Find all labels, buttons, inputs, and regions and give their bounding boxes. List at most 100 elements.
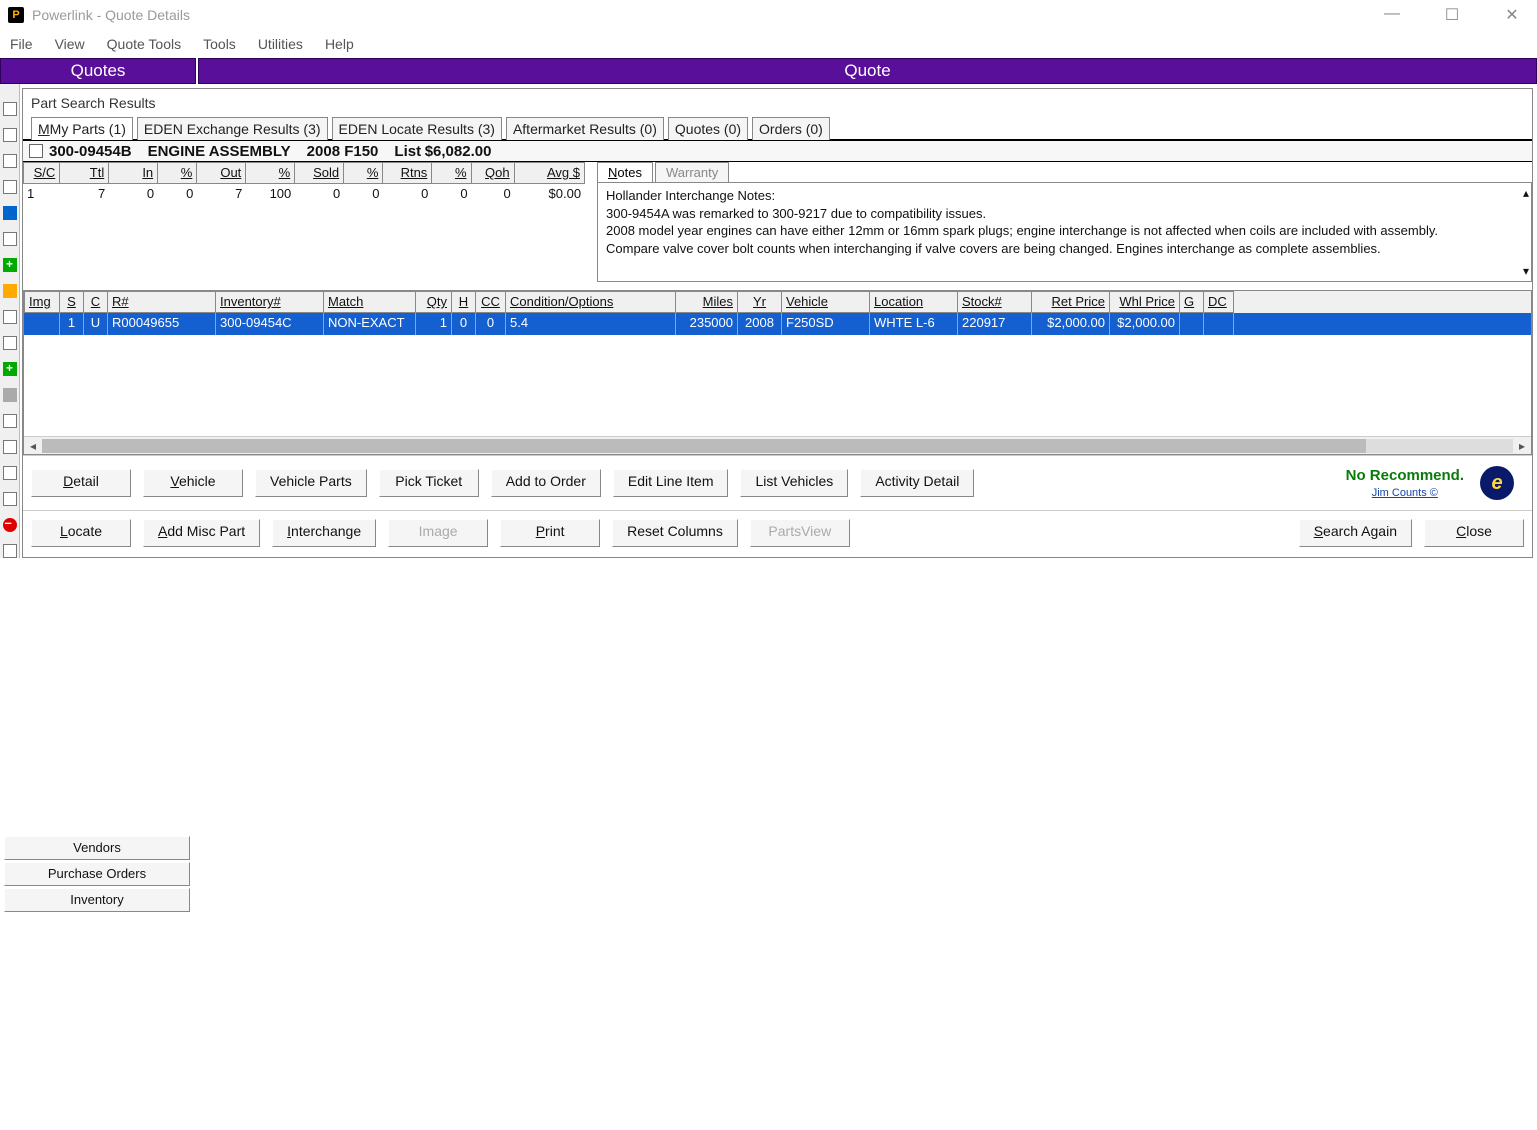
toolbar-icon-3[interactable] xyxy=(3,154,17,168)
scroll-right-icon[interactable]: ▸ xyxy=(1513,439,1531,453)
close-icon[interactable]: ✕ xyxy=(1495,5,1529,25)
result-tabs: MMy Parts (1) EDEN Exchange Results (3) … xyxy=(23,113,1532,140)
toolbar-icon-11[interactable] xyxy=(3,414,17,428)
toolbar-icon-2[interactable] xyxy=(3,128,17,142)
tab-orders[interactable]: Orders (0) xyxy=(752,117,830,140)
part-header: 300-09454B ENGINE ASSEMBLY 2008 F150 Lis… xyxy=(23,140,1532,162)
toolbar-icon-1[interactable] xyxy=(3,102,17,116)
tab-my-parts[interactable]: MMy Parts (1) xyxy=(31,117,133,140)
table-row[interactable]: 1 U R00049655 300-09454C NON-EXACT 1 0 0… xyxy=(24,313,1531,335)
tab-warranty[interactable]: Warranty xyxy=(655,162,729,182)
menu-view[interactable]: View xyxy=(55,36,85,52)
hdr-pin[interactable]: % xyxy=(158,162,197,184)
hdr-sold[interactable]: Sold xyxy=(295,162,344,184)
toolbar-icon-5[interactable] xyxy=(3,206,17,220)
part-search-window: Part Search Results MMy Parts (1) EDEN E… xyxy=(22,88,1533,558)
jim-counts-link[interactable]: Jim Counts © xyxy=(1372,487,1438,499)
minimize-icon[interactable]: — xyxy=(1375,5,1409,25)
sidebar-inventory[interactable]: Inventory xyxy=(4,888,190,912)
locate-button[interactable]: Locate xyxy=(31,519,131,547)
sidebar-purchase-orders[interactable]: Purchase Orders xyxy=(4,862,190,886)
detail-button[interactable]: Detail xyxy=(31,469,131,497)
plus-icon[interactable]: + xyxy=(3,258,17,272)
toolbar-icon-6[interactable] xyxy=(3,232,17,246)
pick-ticket-button[interactable]: Pick Ticket xyxy=(379,469,479,497)
add-misc-button[interactable]: Add Misc Part xyxy=(143,519,260,547)
stats-row: 1 7 0 0 7 100 0 0 0 0 0 $0.00 xyxy=(23,184,585,206)
scroll-left-icon[interactable]: ◂ xyxy=(24,439,42,453)
menu-tools[interactable]: Tools xyxy=(203,36,236,52)
horizontal-scrollbar[interactable]: ◂ ▸ xyxy=(24,436,1531,454)
reset-columns-button[interactable]: Reset Columns xyxy=(612,519,738,547)
menubar: File View Quote Tools Tools Utilities He… xyxy=(0,30,1537,58)
search-again-button[interactable]: Search Again xyxy=(1299,519,1412,547)
hdr-pout[interactable]: % xyxy=(246,162,295,184)
hdr-in[interactable]: In xyxy=(109,162,158,184)
plus-icon-2[interactable]: + xyxy=(3,362,17,376)
results-header: Img S C R# Inventory# Match Qty H CC Con… xyxy=(24,291,1531,313)
image-button: Image xyxy=(388,519,488,547)
sidebar-bottom: Vendors Purchase Orders Inventory xyxy=(4,836,192,914)
hdr-psold[interactable]: % xyxy=(344,162,383,184)
tab-aftermarket[interactable]: Aftermarket Results (0) xyxy=(506,117,664,140)
part-list-price: $6,082.00 xyxy=(425,143,492,160)
hdr-sc[interactable]: S/C xyxy=(23,162,60,184)
hdr-ttl[interactable]: Ttl xyxy=(60,162,109,184)
minus-icon[interactable] xyxy=(3,518,17,532)
window-title: Powerlink - Quote Details xyxy=(32,7,190,23)
list-vehicles-button[interactable]: List Vehicles xyxy=(740,469,848,497)
hdr-qoh[interactable]: Qoh xyxy=(472,162,515,184)
expand-icon[interactable] xyxy=(29,144,43,158)
tab-quotes[interactable]: Quotes xyxy=(0,58,196,84)
titlebar: P Powerlink - Quote Details — ☐ ✕ xyxy=(0,0,1537,30)
edit-line-button[interactable]: Edit Line Item xyxy=(613,469,729,497)
scroll-down-icon[interactable]: ▾ xyxy=(1523,263,1529,279)
add-to-order-button[interactable]: Add to Order xyxy=(491,469,601,497)
subwindow-title: Part Search Results xyxy=(23,89,1532,113)
tab-eden-exchange[interactable]: EDEN Exchange Results (3) xyxy=(137,117,328,140)
no-recommend-label: No Recommend. xyxy=(1346,467,1464,484)
vehicle-button[interactable]: Vehicle xyxy=(143,469,243,497)
partsview-button: PartsView xyxy=(750,519,850,547)
maximize-icon[interactable]: ☐ xyxy=(1435,5,1469,25)
menu-file[interactable]: File xyxy=(10,36,33,52)
hdr-out[interactable]: Out xyxy=(197,162,246,184)
notes-pane: Notes Warranty ▴ ▾ Hollander Interchange… xyxy=(585,162,1532,282)
menu-quote-tools[interactable]: Quote Tools xyxy=(107,36,181,52)
notes-text[interactable]: ▴ ▾ Hollander Interchange Notes: 300-945… xyxy=(597,182,1532,282)
part-desc: ENGINE ASSEMBLY xyxy=(148,143,291,160)
part-number: 300-09454B xyxy=(49,143,132,160)
toolbar-icon-15[interactable] xyxy=(3,544,17,558)
button-row-2: Locate Add Misc Part Interchange Image P… xyxy=(23,510,1532,557)
toolbar-icon-4[interactable] xyxy=(3,180,17,194)
hdr-prtns[interactable]: % xyxy=(432,162,471,184)
sidebar-vendors[interactable]: Vendors xyxy=(4,836,190,860)
part-year-model: 2008 F150 xyxy=(307,143,379,160)
interchange-button[interactable]: Interchange xyxy=(272,519,376,547)
app-icon: P xyxy=(8,7,24,23)
part-list-label: List xyxy=(394,143,421,160)
scroll-up-icon[interactable]: ▴ xyxy=(1523,185,1529,201)
toolbar-icon-14[interactable] xyxy=(3,492,17,506)
stats-table: S/C Ttl In % Out % Sold % Rtns % Qoh Avg… xyxy=(23,162,585,282)
toolbar-icon-10[interactable] xyxy=(3,388,17,402)
tab-quotes[interactable]: Quotes (0) xyxy=(668,117,748,140)
hdr-avg[interactable]: Avg $ xyxy=(515,162,585,184)
e-logo-icon[interactable]: e xyxy=(1480,466,1514,500)
tab-notes[interactable]: Notes xyxy=(597,162,653,182)
icon-toolbar: + + xyxy=(0,84,20,558)
tab-eden-locate[interactable]: EDEN Locate Results (3) xyxy=(332,117,502,140)
menu-utilities[interactable]: Utilities xyxy=(258,36,303,52)
menu-help[interactable]: Help xyxy=(325,36,354,52)
toolbar-icon-9[interactable] xyxy=(3,336,17,350)
toolbar-icon-12[interactable] xyxy=(3,440,17,454)
toolbar-icon-13[interactable] xyxy=(3,466,17,480)
vehicle-parts-button[interactable]: Vehicle Parts xyxy=(255,469,367,497)
activity-detail-button[interactable]: Activity Detail xyxy=(860,469,974,497)
close-button[interactable]: Close xyxy=(1424,519,1524,547)
tab-quote[interactable]: Quote xyxy=(198,58,1537,84)
toolbar-icon-7[interactable] xyxy=(3,284,17,298)
toolbar-icon-8[interactable] xyxy=(3,310,17,324)
print-button[interactable]: Print xyxy=(500,519,600,547)
hdr-rtns[interactable]: Rtns xyxy=(383,162,432,184)
